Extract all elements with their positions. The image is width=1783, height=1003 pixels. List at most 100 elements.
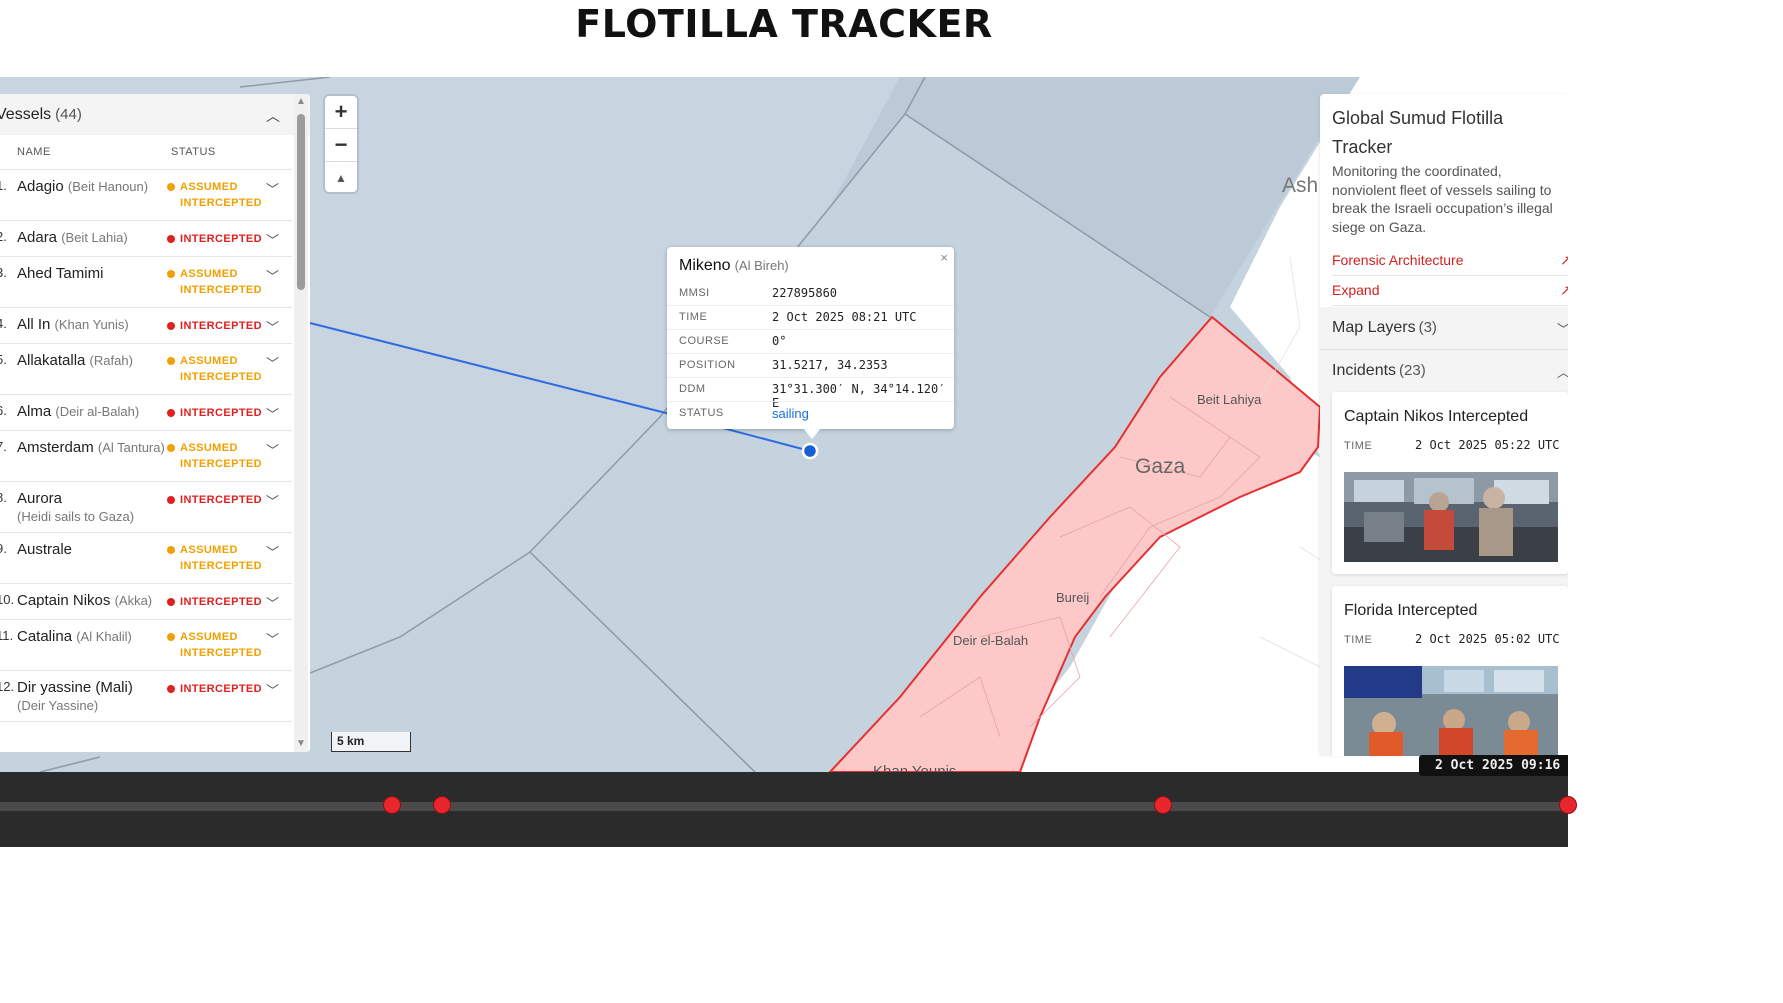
popup-field-value: 227895860 [772,286,838,300]
close-icon[interactable]: × [940,250,948,265]
chevron-down-icon[interactable]: ﹀ [266,680,279,699]
scroll-down-icon[interactable]: ▼ [296,738,306,749]
timeline-event-marker[interactable] [1559,796,1577,814]
vessel-alias: (Beit Lahia) [61,230,128,245]
vessel-row[interactable]: 5. Allakatalla (Rafah) ASSUMEDINTERCEPTED﹀ [0,344,292,395]
map-label-deir-el-balah: Deir el-Balah [953,633,1029,648]
forensic-architecture-link[interactable]: Forensic Architecture ↗ [1332,245,1568,276]
vessel-name: Captain Nikos (Akka) [17,592,153,609]
vessel-alias: (Al Khalil) [76,629,132,644]
vessel-number: 5. [0,352,7,367]
incident-time: 2 Oct 2025 05:22 UTC [1415,438,1560,452]
popup-field-label: DDM [679,383,706,395]
status-dot-icon [167,546,175,554]
chevron-down-icon[interactable]: ﹀ [266,440,279,459]
vessel-row[interactable]: 10.Captain Nikos (Akka) INTERCEPTED﹀ [0,584,292,620]
popup-field-value[interactable]: sailing [772,406,809,421]
vessel-row[interactable]: 4. All In (Khan Yunis) INTERCEPTED﹀ [0,308,292,344]
incident-image[interactable] [1344,666,1558,756]
map-label-khan-younis: Khan Younis [873,763,957,772]
map-zoom-controls: + − ▲ [325,96,357,192]
vessel-name: Allakatalla (Rafah) [17,352,133,369]
popup-alias: (Al Bireh) [734,258,789,273]
vessel-number: 7. [0,439,7,454]
scrollbar-thumb[interactable] [297,114,305,290]
popup-field-label: COURSE [679,335,730,347]
vessel-row[interactable]: 1. Adagio (Beit Hanoun) ASSUMEDINTERCEPTED… [0,170,292,221]
chevron-down-icon[interactable]: ﹀ [266,230,279,249]
timeline-event-marker[interactable] [433,796,451,814]
vessel-status-badge: ASSUMED INTERCEPTED [167,266,262,298]
vessel-status-badge: ASSUMED INTERCEPTED [167,353,262,385]
vessel-row[interactable]: 8. Aurora(Heidi sails to Gaza) INTERCEPTED… [0,482,292,533]
vessel-row[interactable]: 11.Catalina (Al Khalil) ASSUMEDINTERCEPTE… [0,620,292,671]
vessels-panel-header[interactable]: Vessels (44) ︿ [0,94,310,135]
chevron-up-icon[interactable]: ︿ [266,106,280,126]
chevron-down-icon[interactable]: ﹀ [266,179,279,198]
vessel-row[interactable]: 6. Alma (Deir al-Balah) INTERCEPTED﹀ [0,395,292,431]
info-description: Monitoring the coordinated, nonviolent f… [1332,163,1553,235]
popup-row: STATUS sailing [667,401,954,425]
map-label-ashkelon: Ash [1282,174,1319,197]
status-dot-icon [167,409,175,417]
popup-row: TIME 2 Oct 2025 08:21 UTC [667,305,954,329]
vessel-status-badge: ASSUMED INTERCEPTED [167,179,262,211]
column-name[interactable]: NAME [17,146,51,158]
map-layers-section[interactable]: Map Layers(3) ﹀ [1320,307,1568,350]
scroll-up-icon[interactable]: ▲ [296,96,306,107]
vessel-alias: (Beit Hanoun) [67,179,149,194]
status-dot-icon [167,183,175,191]
vessel-popup: × Mikeno (Al Bireh) MMSI 227895860 TIME 2 Oc… [667,247,954,429]
chevron-down-icon[interactable]: ﹀ [266,317,279,336]
vessel-number: 12. [0,679,15,694]
external-link-icon: ↗ [1560,282,1568,298]
vessel-name: Ahed Tamimi [17,265,104,282]
vessels-scrollbar[interactable]: ▲ ▼ [294,94,308,752]
vessel-row[interactable]: 2. Adara (Beit Lahia) INTERCEPTED﹀ [0,221,292,257]
compass-reset-button[interactable]: ▲ [325,162,357,192]
vessel-number: 6. [0,403,7,418]
timeline-track[interactable] [0,802,1568,811]
incidents-section[interactable]: Incidents(23) ︿ [1320,350,1568,393]
vessel-row[interactable]: 3. Ahed Tamimi ASSUMEDINTERCEPTED﹀ [0,257,292,308]
expand-link[interactable]: Expand ↗ [1332,275,1568,306]
column-status[interactable]: STATUS [171,146,216,158]
popup-row: POSITION 31.5217, 34.2353 [667,353,954,377]
chevron-down-icon[interactable]: ﹀ [266,266,279,285]
incident-card[interactable]: Florida Intercepted TIME 2 Oct 2025 05:0… [1332,586,1568,756]
popup-pointer [803,428,821,439]
chevron-down-icon[interactable]: ﹀ [266,629,279,648]
chevron-down-icon[interactable]: ﹀ [266,353,279,372]
vessel-row[interactable]: 12.Dir yassine (Mali)(Deir Yassine) INTER… [0,671,292,722]
chevron-down-icon[interactable]: ﹀ [266,404,279,423]
status-dot-icon [167,357,175,365]
vessel-status-badge: INTERCEPTED [167,318,262,334]
vessel-number: 1. [0,178,7,193]
chevron-down-icon[interactable]: ﹀ [266,542,279,561]
incident-image[interactable] [1344,472,1558,562]
vessel-status-badge: ASSUMED INTERCEPTED [167,629,262,661]
vessel-name: Australe [17,541,73,558]
incident-title: Florida Intercepted [1344,602,1478,619]
incidents-label: Incidents (23) [1332,362,1426,379]
popup-field-label: MMSI [679,287,710,299]
status-dot-icon [167,633,175,641]
map-label-gaza: Gaza [1135,455,1186,478]
vessel-number: 4. [0,316,7,331]
popup-details: MMSI 227895860 TIME 2 Oct 2025 08:21 UTC COU… [667,282,954,425]
zoom-out-button[interactable]: − [325,129,357,162]
timeline-event-marker[interactable] [1154,796,1172,814]
zoom-in-button[interactable]: + [325,96,357,129]
popup-title: Mikeno (Al Bireh) [679,257,789,274]
chevron-down-icon[interactable]: ﹀ [266,593,279,612]
popup-field-label: TIME [679,311,708,323]
page-title: FLOTILLA TRACKER [575,2,993,46]
chevron-down-icon[interactable]: ﹀ [266,491,279,510]
timeline-event-marker[interactable] [383,796,401,814]
incident-title: Captain Nikos Intercepted [1344,408,1529,425]
vessel-row[interactable]: 7. Amsterdam (Al Tantura)ASSUMEDINTERCEPT… [0,431,292,482]
map-label-beit-lahiya: Beit Lahiya [1197,392,1262,407]
timeline[interactable] [0,772,1577,847]
vessel-row[interactable]: 9. Australe ASSUMEDINTERCEPTED﹀ [0,533,292,584]
incident-card[interactable]: Captain Nikos Intercepted TIME 2 Oct 202… [1332,392,1568,574]
